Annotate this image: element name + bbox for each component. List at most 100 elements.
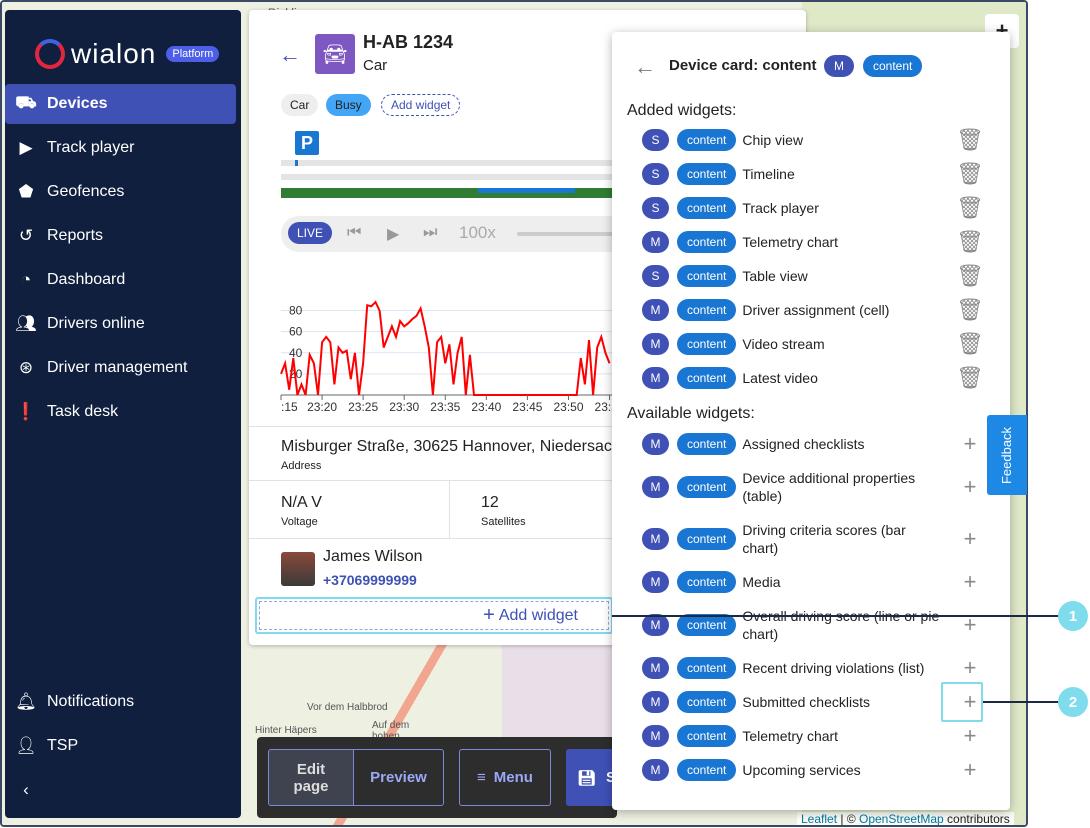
speed-label[interactable]: 100x xyxy=(459,223,496,243)
leaflet-link[interactable]: Leaflet xyxy=(801,812,837,825)
widget-row: Scontent Timeline 🗑︎ xyxy=(642,159,984,189)
content-badge: content xyxy=(677,265,737,287)
back-arrow-icon[interactable]: ← xyxy=(634,54,656,80)
content-badge: content xyxy=(677,299,737,321)
skip-back-icon[interactable]: ⏮︎ xyxy=(347,224,361,242)
address-value: Misburger Straße, 30625 Hannover, Nieder… xyxy=(281,438,647,455)
sidebar-item-reports[interactable]: ↺ Reports xyxy=(5,216,236,256)
trash-icon[interactable]: 🗑︎ xyxy=(956,127,984,152)
collapse-sidebar-button[interactable]: ‹ xyxy=(5,770,236,810)
sidebar-item-label: Driver management xyxy=(47,359,188,376)
parking-icon: P xyxy=(295,131,319,155)
sidebar-item-label: Reports xyxy=(47,227,104,244)
plus-icon[interactable]: + xyxy=(958,569,982,594)
size-badge: M xyxy=(642,759,669,781)
x-tick-label: 23:20 xyxy=(307,400,337,414)
back-arrow-icon[interactable]: ← xyxy=(279,42,301,68)
satellites-value: 12 xyxy=(481,494,499,511)
content-badge: content xyxy=(677,725,737,747)
sidebar-item-label: Notifications xyxy=(47,693,135,710)
address-label: Address xyxy=(281,460,322,472)
plus-icon[interactable]: + xyxy=(958,474,982,499)
menu-label: Menu xyxy=(493,769,533,786)
play-icon[interactable]: ▶︎ xyxy=(387,224,399,244)
osm-link[interactable]: OpenStreetMap xyxy=(859,812,944,825)
driver-phone[interactable]: +37069999999 xyxy=(323,572,417,588)
content-badge: content xyxy=(677,691,737,713)
plus-icon[interactable]: + xyxy=(958,723,982,748)
sidebar-item-label: TSP xyxy=(47,737,79,754)
size-badge: M xyxy=(642,571,669,593)
callout-1: 1 xyxy=(1058,601,1088,631)
edit-page-button[interactable]: Edit page xyxy=(268,749,354,806)
skip-forward-icon[interactable]: ⏭︎ xyxy=(423,224,437,242)
widget-name: Telemetry chart xyxy=(742,234,839,250)
sidebar-item-dashboard[interactable]: ◔ Dashboard xyxy=(5,260,236,300)
content-badge: content xyxy=(677,528,737,550)
sidebar-item-task-desk[interactable]: ❗ Task desk xyxy=(5,392,236,432)
size-badge: M xyxy=(642,614,669,636)
widget-name: Timeline xyxy=(742,166,795,182)
widget-row: Scontent Table view 🗑︎ xyxy=(642,261,984,291)
trash-icon[interactable]: 🗑︎ xyxy=(956,195,984,220)
x-tick-label: 23:50 xyxy=(553,400,583,414)
driver-name: James Wilson xyxy=(323,548,423,565)
steering-icon: ⊛ xyxy=(18,358,34,377)
chip-car[interactable]: Car xyxy=(281,94,319,116)
history-icon: ↺ xyxy=(18,226,34,245)
widget-name: Driver assignment (cell) xyxy=(742,302,890,318)
widget-row: Mcontent Device additional properties (ta… xyxy=(642,470,982,504)
plus-icon[interactable]: + xyxy=(958,431,982,456)
size-badge: M xyxy=(642,299,669,321)
device-subtitle: Car xyxy=(363,57,388,74)
sidebar-item-geofences[interactable]: ⬟ Geofences xyxy=(5,172,236,212)
trash-icon[interactable]: 🗑︎ xyxy=(956,263,984,288)
size-badge: M xyxy=(642,528,669,550)
trash-icon[interactable]: 🗑︎ xyxy=(956,161,984,186)
size-badge: M xyxy=(642,367,669,389)
sidebar-item-devices[interactable]: ⛟ Devices xyxy=(5,84,236,124)
trash-icon[interactable]: 🗑︎ xyxy=(956,365,984,390)
size-badge: M xyxy=(824,55,854,77)
sidebar-item-label: Track player xyxy=(47,139,135,156)
car-icon: 🚘︎ xyxy=(315,34,355,74)
chip-busy[interactable]: Busy xyxy=(326,94,371,116)
devices-icon: ⛟ xyxy=(15,93,37,112)
add-widget-label: Add widget xyxy=(498,606,578,624)
widget-row: Scontent Track player 🗑︎ xyxy=(642,193,984,223)
preview-button[interactable]: Preview xyxy=(353,749,444,806)
added-widgets-heading: Added widgets: xyxy=(627,102,737,119)
sidebar-item-label: Drivers online xyxy=(47,315,145,332)
plus-icon[interactable]: + xyxy=(958,757,982,782)
widget-name: Driving criteria scores (bar chart) xyxy=(742,522,906,556)
trash-icon[interactable]: 🗑︎ xyxy=(956,229,984,254)
plus-icon[interactable]: + xyxy=(958,526,982,551)
sidebar-item-tsp[interactable]: 👤︎ TSP xyxy=(5,726,236,766)
feedback-tab[interactable]: Feedback xyxy=(987,415,1027,495)
widget-row: Mcontent Telemetry chart + xyxy=(642,721,982,751)
size-badge: M xyxy=(642,476,669,498)
menu-button[interactable]: ≡ Menu xyxy=(459,749,551,806)
size-badge: S xyxy=(642,129,669,151)
size-badge: S xyxy=(642,197,669,219)
trash-icon[interactable]: 🗑︎ xyxy=(956,297,984,322)
add-widget-button[interactable]: + Add widget xyxy=(255,597,613,634)
save-button[interactable]: 💾︎S xyxy=(566,749,617,806)
trash-icon[interactable]: 🗑︎ xyxy=(956,331,984,356)
widget-row: Scontent Chip view 🗑︎ xyxy=(642,125,984,155)
sidebar-item-track-player[interactable]: ▶ Track player xyxy=(5,128,236,168)
sidebar-item-driver-management[interactable]: ⊛ Driver management xyxy=(5,348,236,388)
plus-icon[interactable]: + xyxy=(958,655,982,680)
sidebar-item-notifications[interactable]: 🔔︎ Notifications xyxy=(5,682,236,722)
size-badge: M xyxy=(642,691,669,713)
content-badge: content xyxy=(677,231,737,253)
chip-add-widget[interactable]: Add widget xyxy=(381,94,461,116)
widget-name: Chip view xyxy=(742,132,804,148)
x-tick-label: 23:45 xyxy=(512,400,542,414)
content-badge: content xyxy=(863,55,923,77)
live-button[interactable]: LIVE xyxy=(288,222,332,244)
content-badge: content xyxy=(677,163,737,185)
size-badge: M xyxy=(642,433,669,455)
widget-name: Telemetry chart xyxy=(742,728,839,744)
sidebar-item-drivers-online[interactable]: 👥︎ Drivers online xyxy=(5,304,236,344)
